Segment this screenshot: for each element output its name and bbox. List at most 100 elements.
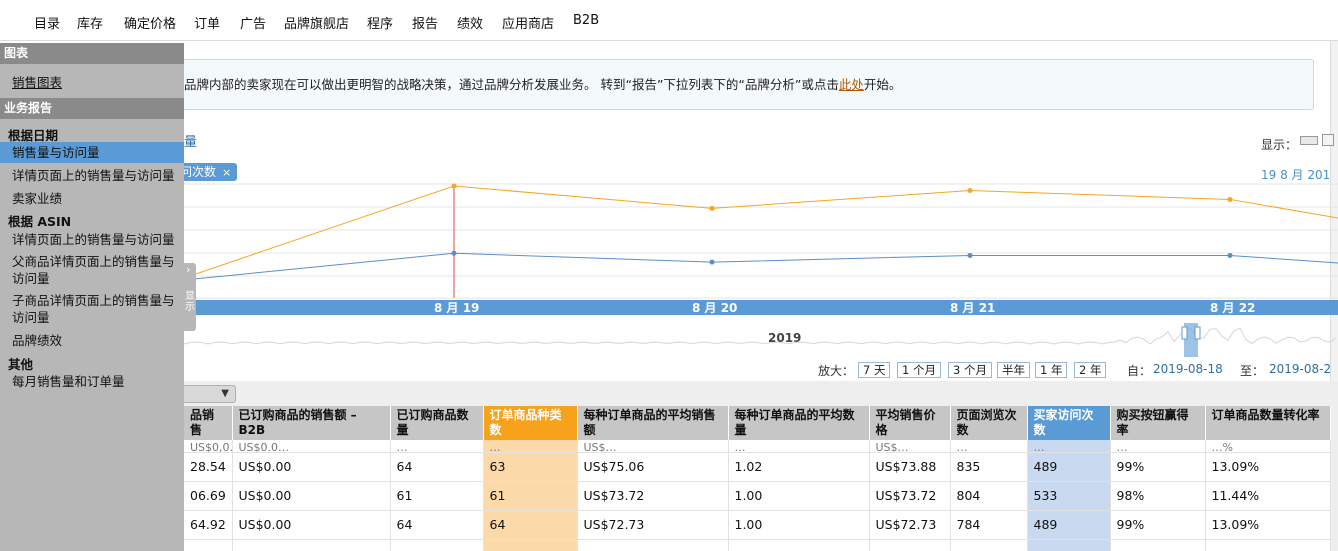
table-header-row: 品销售 已订购商品的销售额 – B2B 已订购商品数量 订单商品种类数 每种订单商品的平… <box>184 406 1331 440</box>
zoom-7d-button[interactable]: 7 天 <box>858 362 891 378</box>
sidebar-group-other: 其他 <box>8 357 34 372</box>
nav-advertising[interactable]: 广告 <box>240 13 266 32</box>
from-date-input[interactable]: 2019-08-18 <box>1153 362 1223 376</box>
nav-inventory[interactable]: 库存 <box>77 13 103 32</box>
table-cell <box>390 539 484 551</box>
to-label: 至： <box>1240 364 1265 378</box>
series-tag-close-icon[interactable]: × <box>222 166 231 179</box>
column-header[interactable]: 每种订单商品的平均数量 <box>728 406 870 440</box>
nav-b2b[interactable]: B2B <box>573 13 599 28</box>
table-cell: 99% <box>1110 510 1206 540</box>
nav-stores[interactable]: 品牌旗舰店 <box>284 13 349 32</box>
data-point <box>1227 196 1233 202</box>
table-cell: US$… <box>869 440 951 453</box>
table-cell: US$75.06 <box>577 452 729 482</box>
table-cell: 64 <box>390 452 484 482</box>
column-header[interactable]: 平均销售价格 <box>869 406 951 440</box>
table-cell: 63 <box>483 452 578 482</box>
sidebar-item-brand-performance[interactable]: 品牌绩效 <box>12 332 178 349</box>
column-header[interactable]: 已订购商品数量 <box>390 406 484 440</box>
table-row-partial: US$0,0…US$0.0………US$……US$……………% <box>184 440 1331 453</box>
data-point <box>1227 252 1233 258</box>
column-header[interactable]: 买家访问次数 <box>1027 406 1111 440</box>
chevron-down-icon: ▼ <box>221 388 229 399</box>
nav-programs[interactable]: 程序 <box>367 13 393 32</box>
sidebar-item-monthly-sales-orders[interactable]: 每月销售量和订单量 <box>12 373 178 390</box>
x-axis-band <box>184 300 1338 315</box>
column-header[interactable]: 品销售 <box>184 406 233 440</box>
zoom-1m-button[interactable]: 1 个月 <box>897 362 941 378</box>
nav-orders[interactable]: 订单 <box>194 13 220 32</box>
chart-navigator[interactable]: 2019 <box>184 323 1337 357</box>
series-tag-chip: 问次数 × <box>176 163 238 181</box>
sidebar-item-sales-traffic[interactable]: 销售量与访问量 <box>0 142 184 163</box>
column-header[interactable]: 购买按钮赢得率 <box>1110 406 1206 440</box>
nav-reports[interactable]: 报告 <box>412 13 438 32</box>
info-banner: 品牌内部的卖家现在可以做出更明智的战略决策，通过品牌分析发展业务。 转到“报告”… <box>175 59 1314 110</box>
banner-text-after: 开始。 <box>863 77 902 92</box>
table-cell: 64 <box>483 510 578 540</box>
table-cell: 1.00 <box>728 510 870 540</box>
table-cell <box>950 539 1028 551</box>
column-header[interactable]: 订单商品数量转化率 <box>1205 406 1331 440</box>
sidebar-item-asin-detail-sales-traffic[interactable]: 详情页面上的销售量与访问量 <box>12 231 178 248</box>
nav-performance[interactable]: 绩效 <box>457 13 483 32</box>
table-cell: 99% <box>1110 452 1206 482</box>
zoom-3m-button[interactable]: 3 个月 <box>948 362 992 378</box>
table-cell: … <box>1110 440 1206 453</box>
table-cell: 835 <box>950 452 1028 482</box>
navigator-series <box>184 327 1337 345</box>
table-cell <box>1110 539 1206 551</box>
sidebar-item-seller-performance[interactable]: 卖家业绩 <box>12 190 178 207</box>
table-cell <box>232 539 391 551</box>
data-point <box>451 250 457 256</box>
table-cell: US$… <box>577 440 729 453</box>
table-cell <box>728 539 870 551</box>
nav-pricing[interactable]: 确定价格 <box>124 13 176 32</box>
sidebar-item-child-detail-sales-traffic[interactable]: 子商品详情页面上的销售量与访问量 <box>12 292 178 326</box>
navigator-year-label: 2019 <box>768 331 801 345</box>
table-cell: US$73.88 <box>869 452 951 482</box>
table-cell: … <box>483 440 578 453</box>
table-cell: US$0,0… <box>184 440 233 453</box>
table-cell <box>1205 539 1331 551</box>
sidebar-item-parent-detail-sales-traffic[interactable]: 父商品详情页面上的销售量与访问量 <box>12 253 178 287</box>
data-point <box>967 187 973 193</box>
x-tick-label: 8 月 20 <box>692 301 737 315</box>
column-header[interactable]: 每种订单商品的平均销售额 <box>577 406 729 440</box>
app-root: 目录 库存 确定价格 订单 广告 品牌旗舰店 程序 报告 绩效 应用商店 B2B… <box>0 0 1338 551</box>
column-header[interactable]: 订单商品种类数 <box>483 406 578 440</box>
chart-view-icon[interactable] <box>1322 134 1334 146</box>
zoom-1y-button[interactable]: 1 年 <box>1035 362 1068 378</box>
table-cell: US$0.00 <box>232 510 391 540</box>
table-cell: 13.09% <box>1205 510 1331 540</box>
zoom-2y-button[interactable]: 2 年 <box>1074 362 1107 378</box>
table-cell: … <box>950 440 1028 453</box>
table-cell: 1.02 <box>728 452 870 482</box>
banner-link[interactable]: 此处 <box>839 77 864 92</box>
table-cell: 489 <box>1027 510 1111 540</box>
table-cell: US$0.00 <box>232 481 391 511</box>
columns-dropdown[interactable]: ▼ <box>184 385 236 403</box>
nav-catalog[interactable]: 目录 <box>34 13 60 32</box>
x-tick-label: 8 月 22 <box>1210 301 1255 315</box>
table-cell: 1.00 <box>728 481 870 511</box>
table-view-icon[interactable] <box>1300 136 1318 145</box>
column-header[interactable]: 已订购商品的销售额 – B2B <box>232 406 391 440</box>
zoom-6m-button[interactable]: 半年 <box>997 362 1030 378</box>
x-tick-label: 8 月 21 <box>950 301 995 315</box>
sidebar-group-by-asin: 根据 ASIN <box>8 214 72 229</box>
table-cell <box>577 539 729 551</box>
sidebar-collapse-tab[interactable]: › 显示 <box>184 263 196 331</box>
table-row: 64.92 US$0.00 64 64 US$72.73 1.00 US$72.73 784 4… <box>184 510 1331 540</box>
table-cell: US$0.00 <box>232 452 391 482</box>
table-cell: 98% <box>1110 481 1206 511</box>
table-row-stub <box>184 539 1331 551</box>
table-cell: … <box>728 440 870 453</box>
sidebar-item-sales-chart[interactable]: 销售图表 <box>12 74 178 91</box>
sidebar-item-detail-sales-traffic[interactable]: 详情页面上的销售量与访问量 <box>12 167 178 184</box>
table-cell: 64 <box>390 510 484 540</box>
nav-appstore[interactable]: 应用商店 <box>502 13 554 32</box>
to-date-input[interactable]: 2019-08-2 <box>1269 362 1331 376</box>
column-header[interactable]: 页面浏览次数 <box>950 406 1028 440</box>
